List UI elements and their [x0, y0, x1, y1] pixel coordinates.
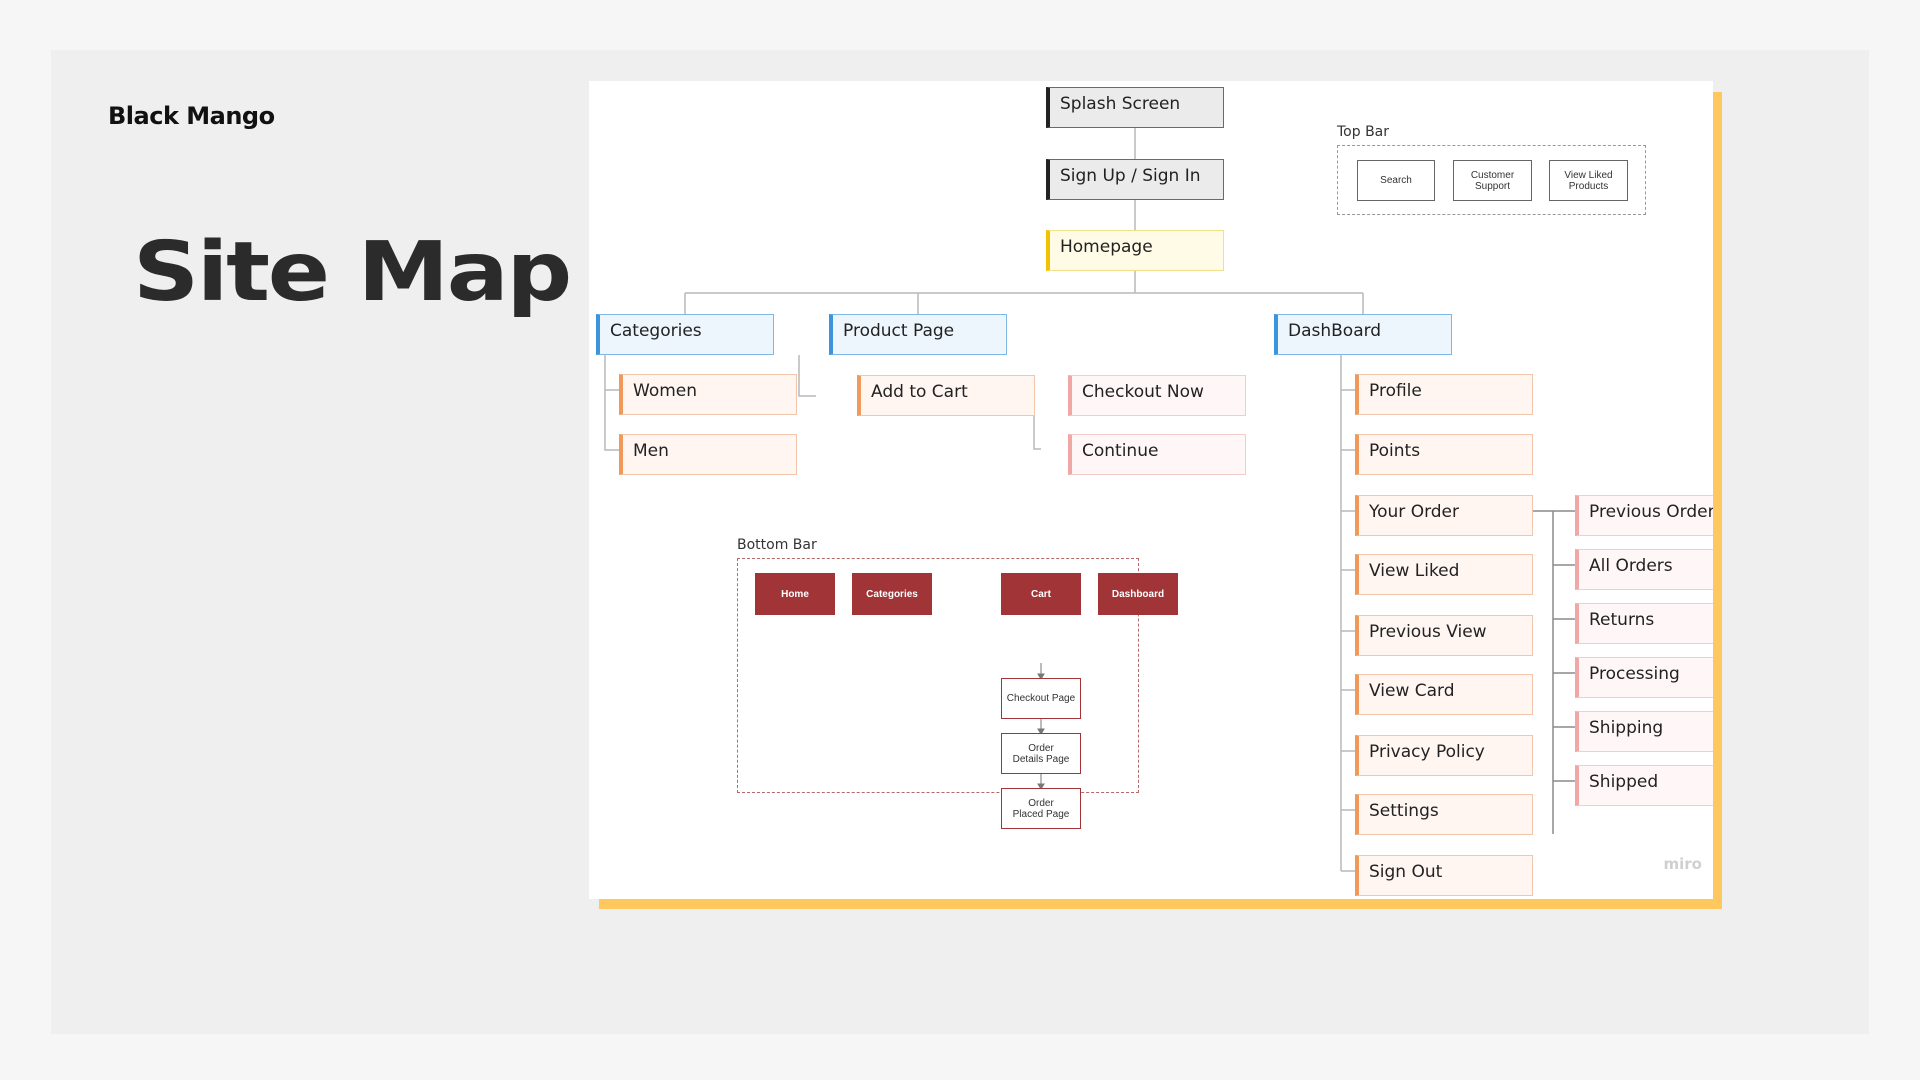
node-add-to-cart: Add to Cart: [857, 375, 1035, 416]
top-bar-label: Top Bar: [1337, 124, 1390, 140]
bottom-bar-home: Home: [755, 573, 835, 615]
node-settings: Settings: [1355, 794, 1533, 835]
flow-checkout-page: Checkout Page: [1001, 678, 1081, 719]
flow-order-placed-page: Order Placed Page: [1001, 788, 1081, 829]
node-previous-order: Previous Order: [1575, 495, 1713, 536]
site-map-board: Splash Screen Sign Up / Sign In Homepage…: [589, 81, 1713, 899]
node-sign-out: Sign Out: [1355, 855, 1533, 896]
flow-order-details-page: Order Details Page: [1001, 733, 1081, 774]
node-shipped: Shipped: [1575, 765, 1713, 806]
node-privacy-policy: Privacy Policy: [1355, 735, 1533, 776]
bottom-bar-dashboard: Dashboard: [1098, 573, 1178, 615]
node-sign-up-sign-in: Sign Up / Sign In: [1046, 159, 1224, 200]
node-all-orders: All Orders: [1575, 549, 1713, 590]
brand-name: Black Mango: [108, 102, 275, 130]
node-women: Women: [619, 374, 797, 415]
node-product-page: Product Page: [829, 314, 1007, 355]
node-returns: Returns: [1575, 603, 1713, 644]
node-categories: Categories: [596, 314, 774, 355]
bottom-bar-cart: Cart: [1001, 573, 1081, 615]
node-processing: Processing: [1575, 657, 1713, 698]
bottom-bar-categories: Categories: [852, 573, 932, 615]
node-dashboard: DashBoard: [1274, 314, 1452, 355]
node-homepage: Homepage: [1046, 230, 1224, 271]
top-bar-search: Search: [1357, 160, 1435, 201]
node-view-card: View Card: [1355, 674, 1533, 715]
node-points: Points: [1355, 434, 1533, 475]
page-title: Site Map: [133, 225, 572, 320]
node-continue: Continue: [1068, 434, 1246, 475]
node-men: Men: [619, 434, 797, 475]
node-shipping: Shipping: [1575, 711, 1713, 752]
node-checkout-now: Checkout Now: [1068, 375, 1246, 416]
node-your-order: Your Order: [1355, 495, 1533, 536]
miro-watermark: miro: [1663, 855, 1702, 873]
node-splash-screen: Splash Screen: [1046, 87, 1224, 128]
bottom-bar-label: Bottom Bar: [737, 537, 817, 553]
node-view-liked: View Liked: [1355, 554, 1533, 595]
node-profile: Profile: [1355, 374, 1533, 415]
top-bar-view-liked-products: View Liked Products: [1549, 160, 1628, 201]
top-bar-customer-support: Customer Support: [1453, 160, 1532, 201]
node-previous-view: Previous View: [1355, 615, 1533, 656]
